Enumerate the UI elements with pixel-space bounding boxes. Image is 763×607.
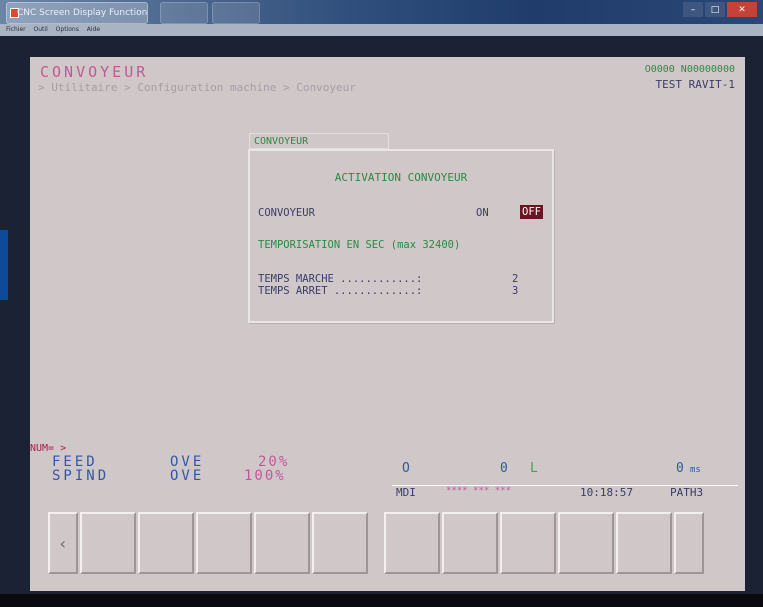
softkey[interactable] <box>138 512 194 574</box>
off-option[interactable]: OFF <box>520 205 543 219</box>
window-titlebar: CNC Screen Display Function – □ ✕ <box>0 0 763 24</box>
dialog-heading: ACTIVATION CONVOYEUR <box>334 171 468 184</box>
l-value: 0 <box>676 461 684 476</box>
on-option[interactable]: ON <box>476 207 489 219</box>
title-tab[interactable]: CNC Screen Display Function <box>6 2 148 24</box>
softkey[interactable] <box>558 512 614 574</box>
menu-item-fichier[interactable]: Fichier <box>6 24 26 36</box>
softkey[interactable] <box>442 512 498 574</box>
softkey-bar: ‹ <box>48 512 706 576</box>
l-label: L <box>530 461 538 476</box>
menu-item-outil[interactable]: Outil <box>34 24 48 36</box>
window-controls: – □ ✕ <box>683 2 757 17</box>
program-number: O0000 N00000000 <box>644 64 735 75</box>
sidebar-edge <box>0 230 8 300</box>
softkey[interactable] <box>80 512 136 574</box>
temps-marche-value[interactable]: 2 <box>512 273 518 285</box>
cnc-screen: CONVOYEUR > Utilitaire > Configuration m… <box>30 57 745 591</box>
breadcrumb: > Utilitaire > Configuration machine > C… <box>38 81 356 94</box>
softkey-prev[interactable]: ‹ <box>48 512 78 574</box>
softkey[interactable] <box>196 512 252 574</box>
o-label: O <box>402 461 410 476</box>
menu-bar: Fichier Outil Options Aide <box>0 24 763 36</box>
spind-label: SPIND <box>52 468 110 484</box>
softkey[interactable] <box>254 512 310 574</box>
menu-item-options[interactable]: Options <box>56 24 79 36</box>
screen-bezel-bottom <box>0 594 763 607</box>
softkey[interactable] <box>500 512 556 574</box>
softkey-next[interactable] <box>674 512 704 574</box>
screen-title: CONVOYEUR <box>40 63 149 81</box>
clock: 10:18:57 <box>580 486 633 499</box>
taskbar-button[interactable] <box>212 2 260 24</box>
temps-marche-label: TEMPS MARCHE ............: <box>258 273 423 285</box>
temps-arret-label: TEMPS ARRET .............: <box>258 285 423 297</box>
minimize-button[interactable]: – <box>683 2 703 17</box>
mode: MDI <box>396 486 416 499</box>
maximize-button[interactable]: □ <box>705 2 725 17</box>
ms-label: ms <box>690 465 701 475</box>
softkey[interactable] <box>312 512 368 574</box>
machine-name: TEST RAVIT-1 <box>655 78 735 91</box>
path-label: PATH3 <box>670 486 704 499</box>
num-prompt[interactable]: NUM= > <box>30 443 66 454</box>
dialog-tab[interactable]: CONVOYEUR <box>249 133 389 149</box>
close-button[interactable]: ✕ <box>727 2 757 17</box>
spind-ove-label: OVE <box>170 468 205 484</box>
tempo-label: TEMPORISATION EN SEC (max 32400) <box>258 239 461 251</box>
softkey[interactable] <box>616 512 672 574</box>
chevron-left-icon: ‹ <box>58 533 68 553</box>
o-value: 0 <box>500 461 508 476</box>
taskbar-button[interactable] <box>160 2 208 24</box>
softkey[interactable] <box>384 512 440 574</box>
temps-arret-value[interactable]: 3 <box>512 285 518 297</box>
convoyeur-label: CONVOYEUR <box>258 207 315 219</box>
spind-override: 100% <box>244 468 286 484</box>
status-stars: **** *** *** <box>446 486 512 496</box>
menu-item-aide[interactable]: Aide <box>87 24 100 36</box>
window-title: CNC Screen Display Function <box>17 8 148 18</box>
conveyor-dialog: ACTIVATION CONVOYEUR CONVOYEUR ON OFF TE… <box>248 149 554 323</box>
